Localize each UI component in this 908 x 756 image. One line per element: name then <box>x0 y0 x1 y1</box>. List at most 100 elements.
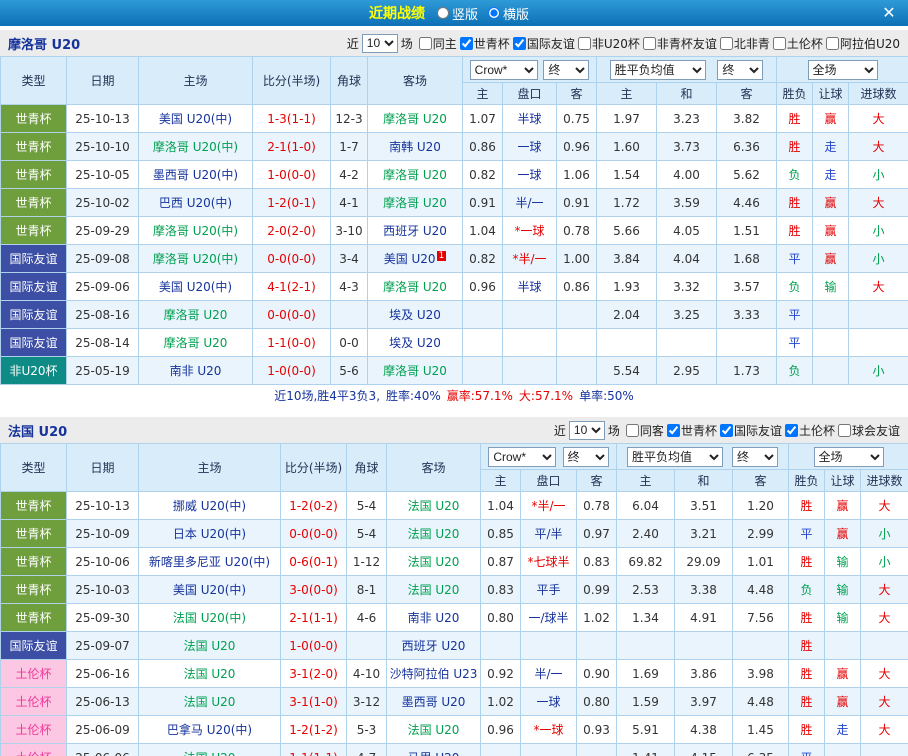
col-score: 比分(半场) <box>281 444 347 492</box>
avg-home-odds: 2.40 <box>617 520 675 548</box>
filter-checkbox-label: 非U20杯 <box>592 35 640 52</box>
filter-国际友谊[interactable]: 国际友谊 <box>513 35 575 52</box>
match-type-badge: 世青杯 <box>1 189 67 217</box>
match-date: 25-10-03 <box>67 576 139 604</box>
filter-北非青[interactable]: 北非青 <box>720 35 770 52</box>
filter-checkbox[interactable] <box>773 37 786 50</box>
fulltime-select[interactable]: 全场 <box>808 60 878 80</box>
filter-checkbox[interactable] <box>460 37 473 50</box>
wdl-average-select[interactable]: 胜平负均值 <box>610 60 706 80</box>
avg-draw-odds: 2.95 <box>657 357 717 385</box>
avg-away-odds: 3.57 <box>717 273 777 301</box>
match-row: 土伦杯25-06-09巴拿马 U20(中)1-2(1-2)5-3法国 U200.… <box>1 716 908 744</box>
filter-非青杯友谊[interactable]: 非青杯友谊 <box>643 35 717 52</box>
crow-away-odds: 0.78 <box>557 217 597 245</box>
filter-非U20杯[interactable]: 非U20杯 <box>578 35 640 52</box>
match-score: 0-0(0-0) <box>253 245 331 273</box>
filter-checkbox[interactable] <box>785 424 798 437</box>
filter-土伦杯[interactable]: 土伦杯 <box>773 35 823 52</box>
filter-checkbox[interactable] <box>826 37 839 50</box>
match-row: 世青杯25-09-30法国 U20(中)2-1(1-1)4-6南非 U200.8… <box>1 604 908 632</box>
odds-source-select[interactable]: Crow* <box>470 60 538 80</box>
odds-source-select[interactable]: Crow* <box>488 447 556 467</box>
col-home: 主场 <box>139 444 281 492</box>
crow-away-odds <box>577 744 617 756</box>
col-date: 日期 <box>67 57 139 105</box>
crow-away-odds: 0.80 <box>577 688 617 716</box>
filter-checkbox[interactable] <box>419 37 432 50</box>
filter-球会友谊[interactable]: 球会友谊 <box>838 422 900 439</box>
final-wdl-select[interactable]: 终 <box>717 60 763 80</box>
filter-土伦杯[interactable]: 土伦杯 <box>785 422 835 439</box>
vertical-radio[interactable] <box>437 7 449 19</box>
filter-checkbox[interactable] <box>626 424 639 437</box>
sub-col-handicap-result: 让球 <box>825 470 861 492</box>
match-date: 25-06-06 <box>67 744 139 756</box>
result-goals <box>849 329 908 357</box>
match-score: 1-2(0-1) <box>253 189 331 217</box>
filter-同主[interactable]: 同主 <box>419 35 457 52</box>
crow-home-odds: 0.92 <box>481 660 521 688</box>
filter-checkbox-label: 同主 <box>433 35 457 52</box>
home-team: 日本 U20(中) <box>139 520 281 548</box>
crow-home-odds: 0.96 <box>481 716 521 744</box>
avg-home-odds: 5.66 <box>597 217 657 245</box>
final-odds-select[interactable]: 终 <box>563 447 609 467</box>
away-team: 法国 U20 <box>387 520 481 548</box>
horizontal-radio[interactable] <box>488 7 500 19</box>
filter-checkbox[interactable] <box>720 424 733 437</box>
match-row: 世青杯25-10-10摩洛哥 U20(中)2-1(1-0)1-7南韩 U200.… <box>1 133 908 161</box>
away-team: 摩洛哥 U20 <box>368 273 463 301</box>
result-goals: 小 <box>861 548 908 576</box>
result-handicap <box>825 632 861 660</box>
fulltime-select[interactable]: 全场 <box>814 447 884 467</box>
filter-世青杯[interactable]: 世青杯 <box>667 422 717 439</box>
result-wdl: 平 <box>789 520 825 548</box>
avg-draw-odds: 3.32 <box>657 273 717 301</box>
avg-away-odds: 1.01 <box>733 548 789 576</box>
avg-away-odds: 7.56 <box>733 604 789 632</box>
near-label: 近 <box>347 35 359 52</box>
vertical-label: 竖版 <box>452 4 478 23</box>
filter-同客[interactable]: 同客 <box>626 422 664 439</box>
avg-draw-odds: 29.09 <box>675 548 733 576</box>
final-odds-select[interactable]: 终 <box>543 60 589 80</box>
summary-part: 大:57.1% <box>519 389 573 403</box>
corner-score: 1-7 <box>331 133 368 161</box>
crow-away-odds <box>557 301 597 329</box>
crow-away-odds: 0.97 <box>577 520 617 548</box>
avg-away-odds: 1.20 <box>733 492 789 520</box>
filter-checkbox[interactable] <box>838 424 851 437</box>
games-count-select[interactable]: 10 <box>569 421 605 440</box>
avg-draw-odds: 3.38 <box>675 576 733 604</box>
crow-home-odds: 1.07 <box>463 105 503 133</box>
games-label: 场 <box>401 35 413 52</box>
filter-世青杯[interactable]: 世青杯 <box>460 35 510 52</box>
avg-home-odds: 5.54 <box>597 357 657 385</box>
final-wdl-select[interactable]: 终 <box>732 447 778 467</box>
avg-away-odds: 3.33 <box>717 301 777 329</box>
filter-checkbox[interactable] <box>667 424 680 437</box>
filter-阿拉伯U20[interactable]: 阿拉伯U20 <box>826 35 900 52</box>
filter-checkbox[interactable] <box>513 37 526 50</box>
layout-option-horizontal[interactable]: 横版 <box>488 4 529 23</box>
filter-checkbox-label: 世青杯 <box>474 35 510 52</box>
wdl-average-select[interactable]: 胜平负均值 <box>627 447 723 467</box>
match-score: 3-1(1-0) <box>281 688 347 716</box>
wdl-average-header: 胜平负均值 终 <box>597 57 777 83</box>
filter-checkbox-label: 阿拉伯U20 <box>840 35 900 52</box>
home-team: 美国 U20(中) <box>139 105 253 133</box>
games-count-select[interactable]: 10 <box>362 34 398 53</box>
filter-checkbox[interactable] <box>578 37 591 50</box>
section-header-france: 法国 U20 近 10 场 同客世青杯国际友谊土伦杯球会友谊 <box>0 417 908 443</box>
avg-away-odds: 1.51 <box>717 217 777 245</box>
corner-score: 5-4 <box>347 492 387 520</box>
filter-国际友谊[interactable]: 国际友谊 <box>720 422 782 439</box>
sub-col-goals: 进球数 <box>861 470 908 492</box>
filter-checkbox[interactable] <box>720 37 733 50</box>
match-row: 国际友谊25-09-08摩洛哥 U20(中)0-0(0-0)3-4美国 U201… <box>1 245 908 273</box>
layout-option-vertical[interactable]: 竖版 <box>437 4 478 23</box>
match-date: 25-08-16 <box>67 301 139 329</box>
filter-checkbox[interactable] <box>643 37 656 50</box>
close-icon[interactable]: ✕ <box>878 2 900 24</box>
